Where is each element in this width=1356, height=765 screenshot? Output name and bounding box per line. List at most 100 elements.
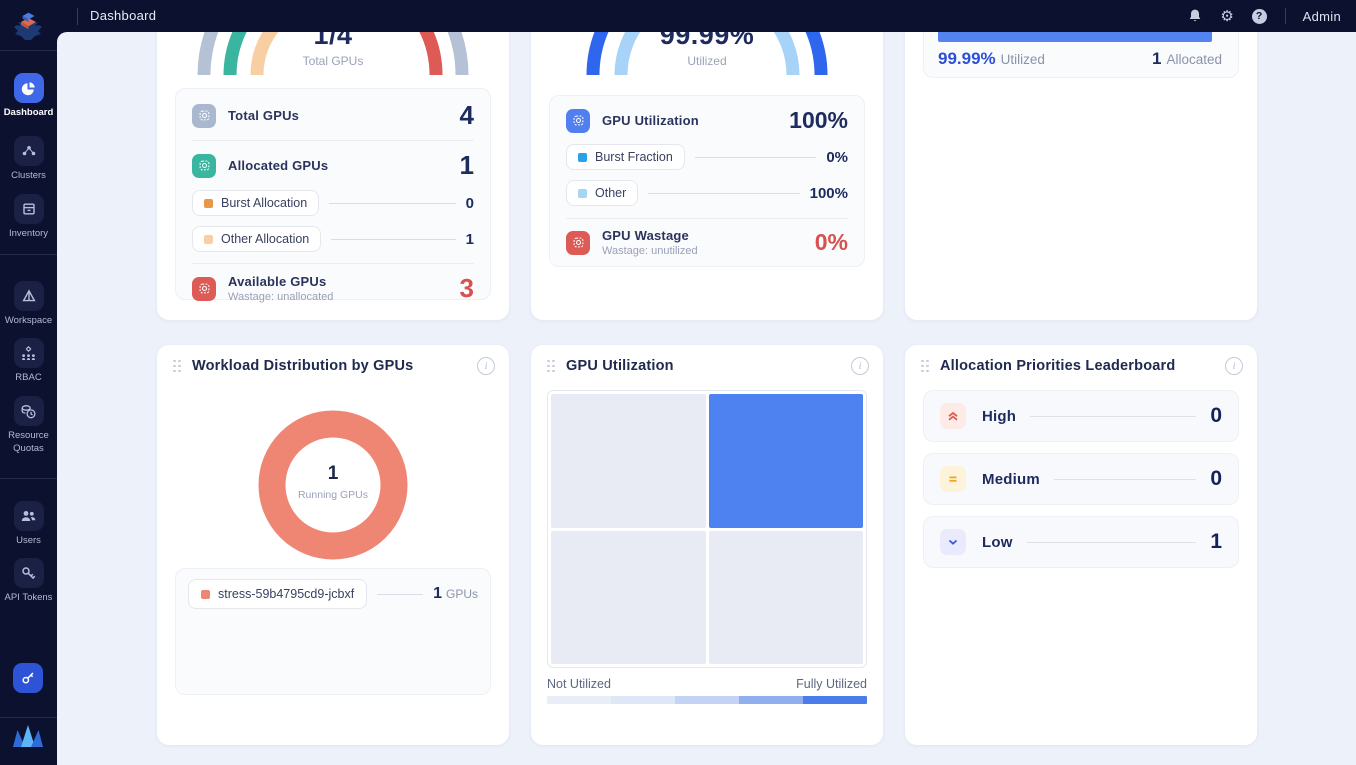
- notifications-bell-icon[interactable]: [1187, 8, 1204, 25]
- gpu-chip-icon: [192, 154, 216, 178]
- drag-handle-icon[interactable]: [921, 360, 930, 373]
- cards-grid: 1/4 Total GPUs Total GPUs 4: [157, 32, 1356, 765]
- gradient-segment: [803, 696, 867, 704]
- workload-legend-row: stress-59b4795cd9-jcbxf 1 GPUs: [188, 579, 478, 609]
- sidebar-item-workspace[interactable]: Workspace: [0, 281, 57, 328]
- rbac-icon: [14, 338, 44, 368]
- sidebar-divider: [0, 254, 57, 255]
- info-icon[interactable]: i: [477, 357, 495, 375]
- sidebar-item-inventory[interactable]: Inventory: [0, 194, 57, 241]
- burst-fraction-row: Burst Fraction 0%: [566, 139, 848, 175]
- other-utilization-value: 100%: [810, 185, 848, 202]
- treemap-cell-not-utilized[interactable]: [551, 394, 706, 528]
- workload-legend-chip[interactable]: stress-59b4795cd9-jcbxf: [188, 579, 367, 609]
- gpu-utilization-gauge-card: 99.99% Utilized GPU Utilization 100%: [531, 32, 883, 320]
- utilization-gauge-value: 99.99%: [531, 32, 883, 51]
- utilization-bar: [938, 32, 1220, 42]
- gradient-segment: [739, 696, 803, 704]
- topbar: Dashboard ⚙ ? Admin: [0, 0, 1356, 32]
- connector-line: [377, 594, 423, 595]
- total-gpus-value: 4: [460, 100, 474, 131]
- page-title: Dashboard: [90, 0, 156, 32]
- allocation-stats-panel: Total GPUs 4 Allocated GPUs 1: [175, 88, 491, 300]
- allocation-priorities-card: Allocation Priorities Leaderboard i High…: [905, 345, 1257, 745]
- sidebar-item-users[interactable]: Users: [0, 501, 57, 548]
- burst-allocation-row: Burst Allocation 0: [192, 185, 474, 221]
- app-logo[interactable]: [10, 5, 47, 43]
- info-icon[interactable]: i: [851, 357, 869, 375]
- burst-fraction-legend-chip[interactable]: Burst Fraction: [566, 144, 685, 170]
- users-icon: [14, 501, 44, 531]
- workload-distribution-card: Workload Distribution by GPUs i 1 Runnin…: [157, 345, 509, 745]
- card-header: Workload Distribution by GPUs i: [173, 357, 495, 375]
- legend-fully-utilized: Fully Utilized: [796, 677, 867, 691]
- other-allocation-row: Other Allocation 1: [192, 221, 474, 257]
- workload-name: stress-59b4795cd9-jcbxf: [218, 587, 354, 601]
- gpu-chip-icon: [566, 109, 590, 133]
- utilization-summary-card: 99.99% Utilized 1 Allocated: [905, 32, 1257, 320]
- connector-line: [695, 157, 817, 158]
- quick-action-key-button[interactable]: [13, 663, 43, 693]
- drag-handle-icon[interactable]: [547, 360, 556, 373]
- treemap-legend-labels: Not Utilized Fully Utilized: [547, 677, 867, 691]
- workload-legend-panel: stress-59b4795cd9-jcbxf 1 GPUs: [175, 568, 491, 695]
- sidebar: Dashboard Clusters Inventory Workspace: [0, 0, 57, 765]
- equals-icon: [940, 466, 966, 492]
- burst-allocation-legend-chip[interactable]: Burst Allocation: [192, 190, 319, 216]
- treemap-cell-not-utilized[interactable]: [551, 531, 706, 665]
- connector-line: [1030, 416, 1196, 417]
- treemap-cell-fully-utilized[interactable]: [709, 394, 864, 528]
- available-gpus-sublabel: Wastage: unallocated: [228, 291, 333, 303]
- utilization-gauge-label: Utilized: [531, 54, 883, 68]
- utilization-gauge-readout: 99.99% Utilized: [531, 32, 883, 68]
- help-icon[interactable]: ?: [1251, 8, 1268, 25]
- treemap-cell-not-utilized[interactable]: [709, 531, 864, 665]
- gpu-wastage-value: 0%: [815, 229, 848, 256]
- connector-line: [329, 203, 455, 204]
- gpu-wastage-sublabel: Wastage: unutilized: [602, 245, 698, 257]
- utilization-treemap: [547, 390, 867, 668]
- priority-medium-value: 0: [1210, 467, 1222, 491]
- sidebar-item-api-tokens[interactable]: API Tokens: [0, 558, 57, 605]
- workload-gpus-value: 1: [433, 585, 442, 603]
- sidebar-item-resource-quotas[interactable]: Resource Quotas: [0, 396, 57, 456]
- donut-center-readout: 1 Running GPUs: [253, 463, 413, 501]
- sidebar-item-rbac[interactable]: RBAC: [0, 338, 57, 385]
- card-title: Workload Distribution by GPUs: [192, 358, 413, 374]
- topbar-user-divider: [1285, 8, 1286, 24]
- info-icon[interactable]: i: [1225, 357, 1243, 375]
- drag-handle-icon[interactable]: [173, 360, 182, 373]
- allocation-gauge-label: Total GPUs: [157, 54, 509, 68]
- card-title: Allocation Priorities Leaderboard: [940, 358, 1175, 374]
- running-gpus-label: Running GPUs: [253, 489, 413, 501]
- allocated-count: 1: [1152, 49, 1161, 69]
- settings-gear-icon[interactable]: ⚙: [1219, 8, 1236, 25]
- gpu-wastage-row: GPU Wastage Wastage: unutilized 0%: [566, 219, 848, 266]
- sidebar-item-dashboard[interactable]: Dashboard: [0, 73, 57, 120]
- other-color-swatch: [204, 235, 213, 244]
- allocated-gpus-row: Allocated GPUs 1: [192, 141, 474, 185]
- card-header: Allocation Priorities Leaderboard i: [921, 357, 1243, 375]
- priority-row-medium: Medium 0: [923, 453, 1239, 505]
- gpu-chip-icon: [192, 104, 216, 128]
- total-gpus-row: Total GPUs 4: [192, 91, 474, 140]
- gpu-utilization-value: 100%: [789, 107, 848, 134]
- other-allocation-legend-chip[interactable]: Other Allocation: [192, 226, 321, 252]
- workspace-prism-icon: [14, 281, 44, 311]
- chevrons-up-icon: [940, 403, 966, 429]
- other-utilization-color-swatch: [578, 189, 587, 198]
- inventory-box-icon: [14, 194, 44, 224]
- other-utilization-row: Other 100%: [566, 175, 848, 211]
- other-utilization-legend-chip[interactable]: Other: [566, 180, 638, 206]
- allocated-gpus-value: 1: [460, 150, 474, 181]
- dashboard-content: 1/4 Total GPUs Total GPUs 4: [57, 32, 1356, 765]
- gpu-chip-icon: [566, 231, 590, 255]
- priority-low-value: 1: [1210, 530, 1222, 554]
- utilized-percent: 99.99%: [938, 49, 996, 69]
- sidebar-item-clusters[interactable]: Clusters: [0, 136, 57, 183]
- burst-fraction-value: 0%: [826, 149, 848, 166]
- clusters-icon: [14, 136, 44, 166]
- gradient-segment: [547, 696, 611, 704]
- gpu-chip-icon: [192, 277, 216, 301]
- user-menu[interactable]: Admin: [1303, 9, 1341, 24]
